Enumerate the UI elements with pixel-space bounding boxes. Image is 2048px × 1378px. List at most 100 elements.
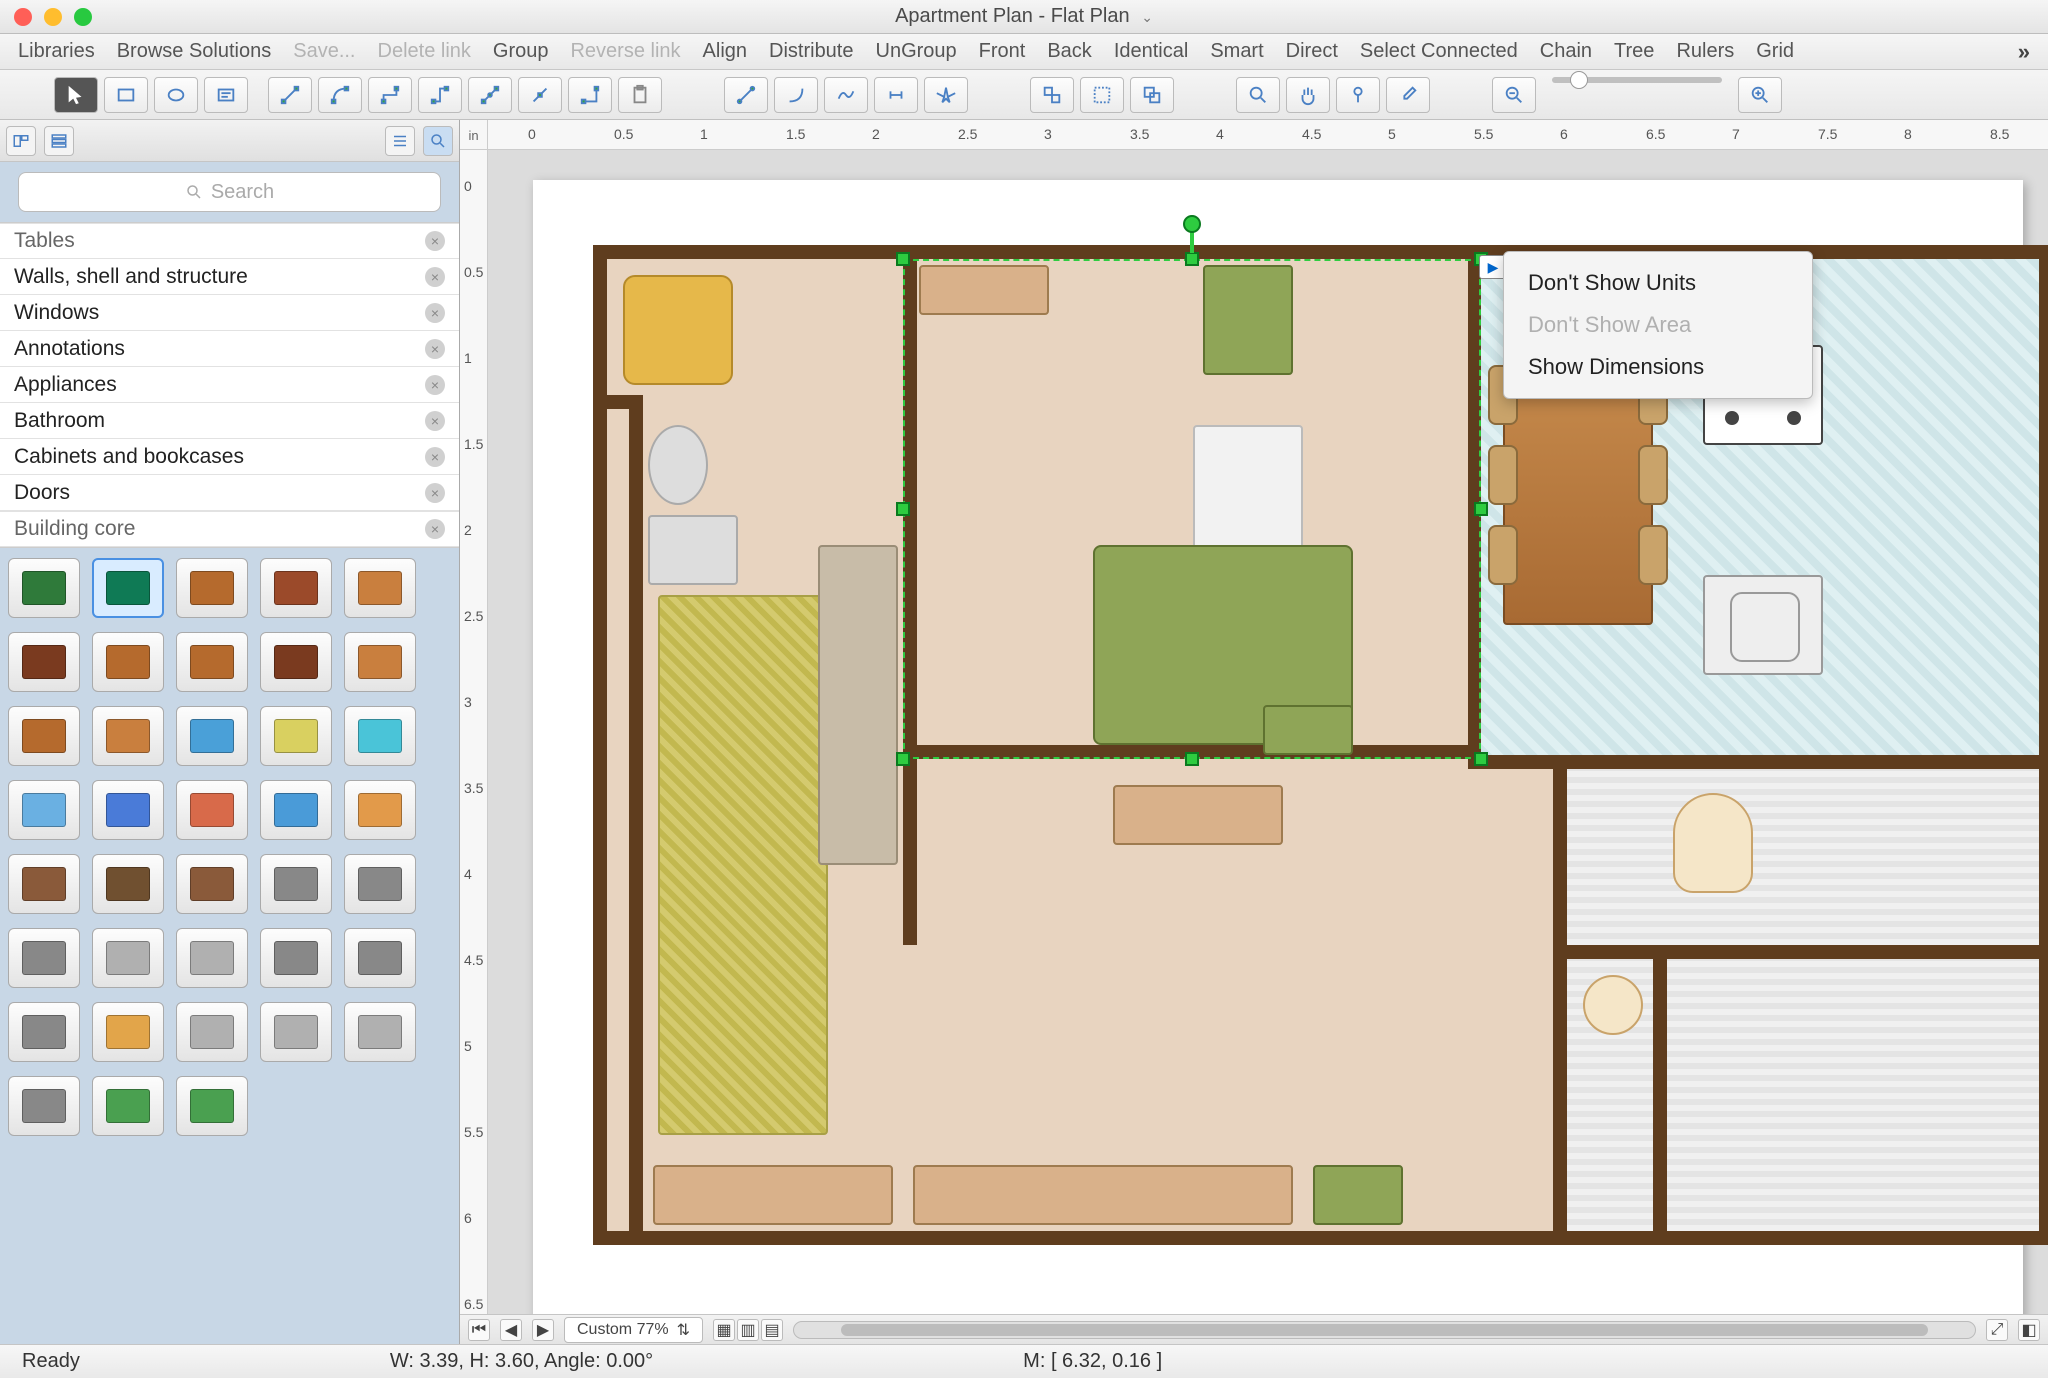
bottom-cabinet[interactable] bbox=[913, 1165, 1293, 1225]
rotation-handle[interactable] bbox=[1183, 215, 1201, 233]
wall[interactable] bbox=[1553, 945, 2048, 959]
selection-handle[interactable] bbox=[1185, 752, 1199, 766]
menu-direct[interactable]: Direct bbox=[1286, 40, 1338, 63]
minimize-window-icon[interactable] bbox=[44, 8, 62, 26]
close-icon[interactable]: × bbox=[425, 267, 445, 287]
library-shape[interactable] bbox=[92, 780, 164, 840]
bathroom-floor[interactable] bbox=[1567, 769, 2039, 945]
menu-reverse-link[interactable]: Reverse link bbox=[570, 40, 680, 63]
category-annotations[interactable]: Annotations× bbox=[0, 331, 459, 367]
group-tool-1[interactable] bbox=[1030, 77, 1074, 113]
selection-handle[interactable] bbox=[896, 502, 910, 516]
menu-browse-solutions[interactable]: Browse Solutions bbox=[117, 40, 272, 63]
connector-4[interactable] bbox=[418, 77, 462, 113]
library-shape[interactable] bbox=[176, 632, 248, 692]
dining-chair[interactable] bbox=[1488, 445, 1518, 505]
library-shape[interactable] bbox=[260, 1002, 332, 1062]
library-shape[interactable] bbox=[8, 558, 80, 618]
library-shape[interactable] bbox=[260, 854, 332, 914]
category-doors[interactable]: Doors× bbox=[0, 475, 459, 511]
menu-tree[interactable]: Tree bbox=[1614, 40, 1654, 63]
wash-basin[interactable] bbox=[1583, 975, 1643, 1035]
library-shape[interactable] bbox=[176, 1002, 248, 1062]
line-tool[interactable] bbox=[724, 77, 768, 113]
connector-7[interactable] bbox=[568, 77, 612, 113]
connector-5[interactable] bbox=[468, 77, 512, 113]
menu-libraries[interactable]: Libraries bbox=[18, 40, 95, 63]
coffee-table[interactable] bbox=[1113, 785, 1283, 845]
zoom-window-icon[interactable] bbox=[74, 8, 92, 26]
category-cabinets-and-bookcases[interactable]: Cabinets and bookcases× bbox=[0, 439, 459, 475]
kitchen-sink[interactable] bbox=[1703, 575, 1823, 675]
close-icon[interactable]: × bbox=[425, 231, 445, 251]
clipboard-tool[interactable] bbox=[618, 77, 662, 113]
context-menu-item-don-t-show-units[interactable]: Don't Show Units bbox=[1504, 262, 1812, 304]
category-windows[interactable]: Windows× bbox=[0, 295, 459, 331]
star-tool[interactable] bbox=[924, 77, 968, 113]
close-icon[interactable]: × bbox=[425, 519, 445, 539]
library-shape[interactable] bbox=[92, 1002, 164, 1062]
horizontal-ruler[interactable]: 00.511.522.533.544.555.566.577.588.5 bbox=[488, 120, 2048, 149]
library-shape[interactable] bbox=[260, 558, 332, 618]
category-tables[interactable]: Tables× bbox=[0, 223, 459, 259]
library-shape[interactable] bbox=[176, 780, 248, 840]
selection-frame[interactable] bbox=[903, 259, 1481, 759]
rect-tool[interactable] bbox=[104, 77, 148, 113]
eyedropper-tool[interactable] bbox=[1386, 77, 1430, 113]
library-shape[interactable] bbox=[344, 706, 416, 766]
sidebar-btn-1[interactable] bbox=[6, 126, 36, 156]
menu-identical[interactable]: Identical bbox=[1114, 40, 1189, 63]
connector-1[interactable] bbox=[268, 77, 312, 113]
zoom-out-button[interactable] bbox=[1492, 77, 1536, 113]
view-mode-1[interactable]: ▦ bbox=[713, 1319, 735, 1341]
canvas[interactable]: ▶ Don't Show UnitsDon't Show AreaShow Di… bbox=[488, 150, 2048, 1314]
library-shape[interactable] bbox=[344, 854, 416, 914]
library-shape[interactable] bbox=[92, 1076, 164, 1136]
library-shape[interactable] bbox=[176, 1076, 248, 1136]
vertical-ruler[interactable]: 00.511.522.533.544.555.566.5 bbox=[460, 150, 488, 1314]
menu-front[interactable]: Front bbox=[979, 40, 1026, 63]
library-shape[interactable] bbox=[8, 780, 80, 840]
menu-save-[interactable]: Save... bbox=[293, 40, 355, 63]
library-shape[interactable] bbox=[92, 928, 164, 988]
wall[interactable] bbox=[1653, 945, 1667, 1245]
selection-handle[interactable] bbox=[896, 252, 910, 266]
menu-back[interactable]: Back bbox=[1047, 40, 1091, 63]
wall[interactable] bbox=[629, 395, 643, 1245]
dining-chair[interactable] bbox=[1638, 445, 1668, 505]
library-shape[interactable] bbox=[176, 928, 248, 988]
category-appliances[interactable]: Appliances× bbox=[0, 367, 459, 403]
selection-handle[interactable] bbox=[1474, 752, 1488, 766]
selection-handle[interactable] bbox=[1185, 252, 1199, 266]
connector-6[interactable] bbox=[518, 77, 562, 113]
menu-align[interactable]: Align bbox=[703, 40, 747, 63]
connector-2[interactable] bbox=[318, 77, 362, 113]
category-building-core[interactable]: Building core× bbox=[0, 511, 459, 547]
dining-chair[interactable] bbox=[1638, 525, 1668, 585]
library-shape[interactable] bbox=[176, 854, 248, 914]
library-shape[interactable] bbox=[8, 1076, 80, 1136]
page-first[interactable]: ⏮ bbox=[468, 1319, 490, 1341]
zoom-slider-knob[interactable] bbox=[1570, 71, 1588, 89]
ellipse-tool[interactable] bbox=[154, 77, 198, 113]
pointer-tool[interactable] bbox=[54, 77, 98, 113]
overflow-icon[interactable]: » bbox=[2018, 39, 2030, 65]
menu-group[interactable]: Group bbox=[493, 40, 549, 63]
wall[interactable] bbox=[1553, 755, 1567, 1245]
close-icon[interactable]: × bbox=[425, 483, 445, 503]
drawing-page[interactable]: ▶ Don't Show UnitsDon't Show AreaShow Di… bbox=[533, 180, 2023, 1314]
library-shape[interactable] bbox=[344, 780, 416, 840]
menu-rulers[interactable]: Rulers bbox=[1676, 40, 1734, 63]
toggle-panel[interactable]: ◧ bbox=[2018, 1319, 2040, 1341]
rug[interactable] bbox=[658, 595, 828, 1135]
page-prev[interactable]: ◀ bbox=[500, 1319, 522, 1341]
library-shape[interactable] bbox=[92, 706, 164, 766]
connector-3[interactable] bbox=[368, 77, 412, 113]
fit-page[interactable]: ⤢ bbox=[1986, 1319, 2008, 1341]
sidebar-list-view[interactable] bbox=[385, 126, 415, 156]
library-shape[interactable] bbox=[344, 1002, 416, 1062]
text-tool[interactable] bbox=[204, 77, 248, 113]
menu-chain[interactable]: Chain bbox=[1540, 40, 1592, 63]
library-shape[interactable] bbox=[344, 632, 416, 692]
horizontal-scrollbar[interactable] bbox=[793, 1321, 1976, 1339]
